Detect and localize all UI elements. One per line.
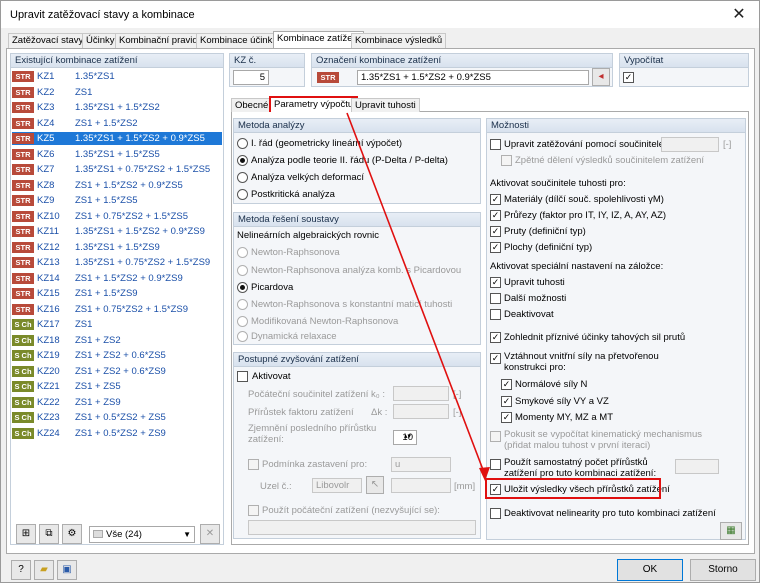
ok-button[interactable]: OK	[617, 559, 683, 581]
annotation-arrow	[346, 112, 490, 481]
save-icon[interactable]: ▣	[57, 560, 77, 580]
open-folder-icon[interactable]: ▰	[34, 560, 54, 580]
storno-button[interactable]: Storno	[690, 559, 756, 581]
dialog-window: Upravit zatěžovací stavy a kombinace ✕ Z…	[0, 0, 760, 583]
help-icon[interactable]: ?	[11, 560, 31, 580]
